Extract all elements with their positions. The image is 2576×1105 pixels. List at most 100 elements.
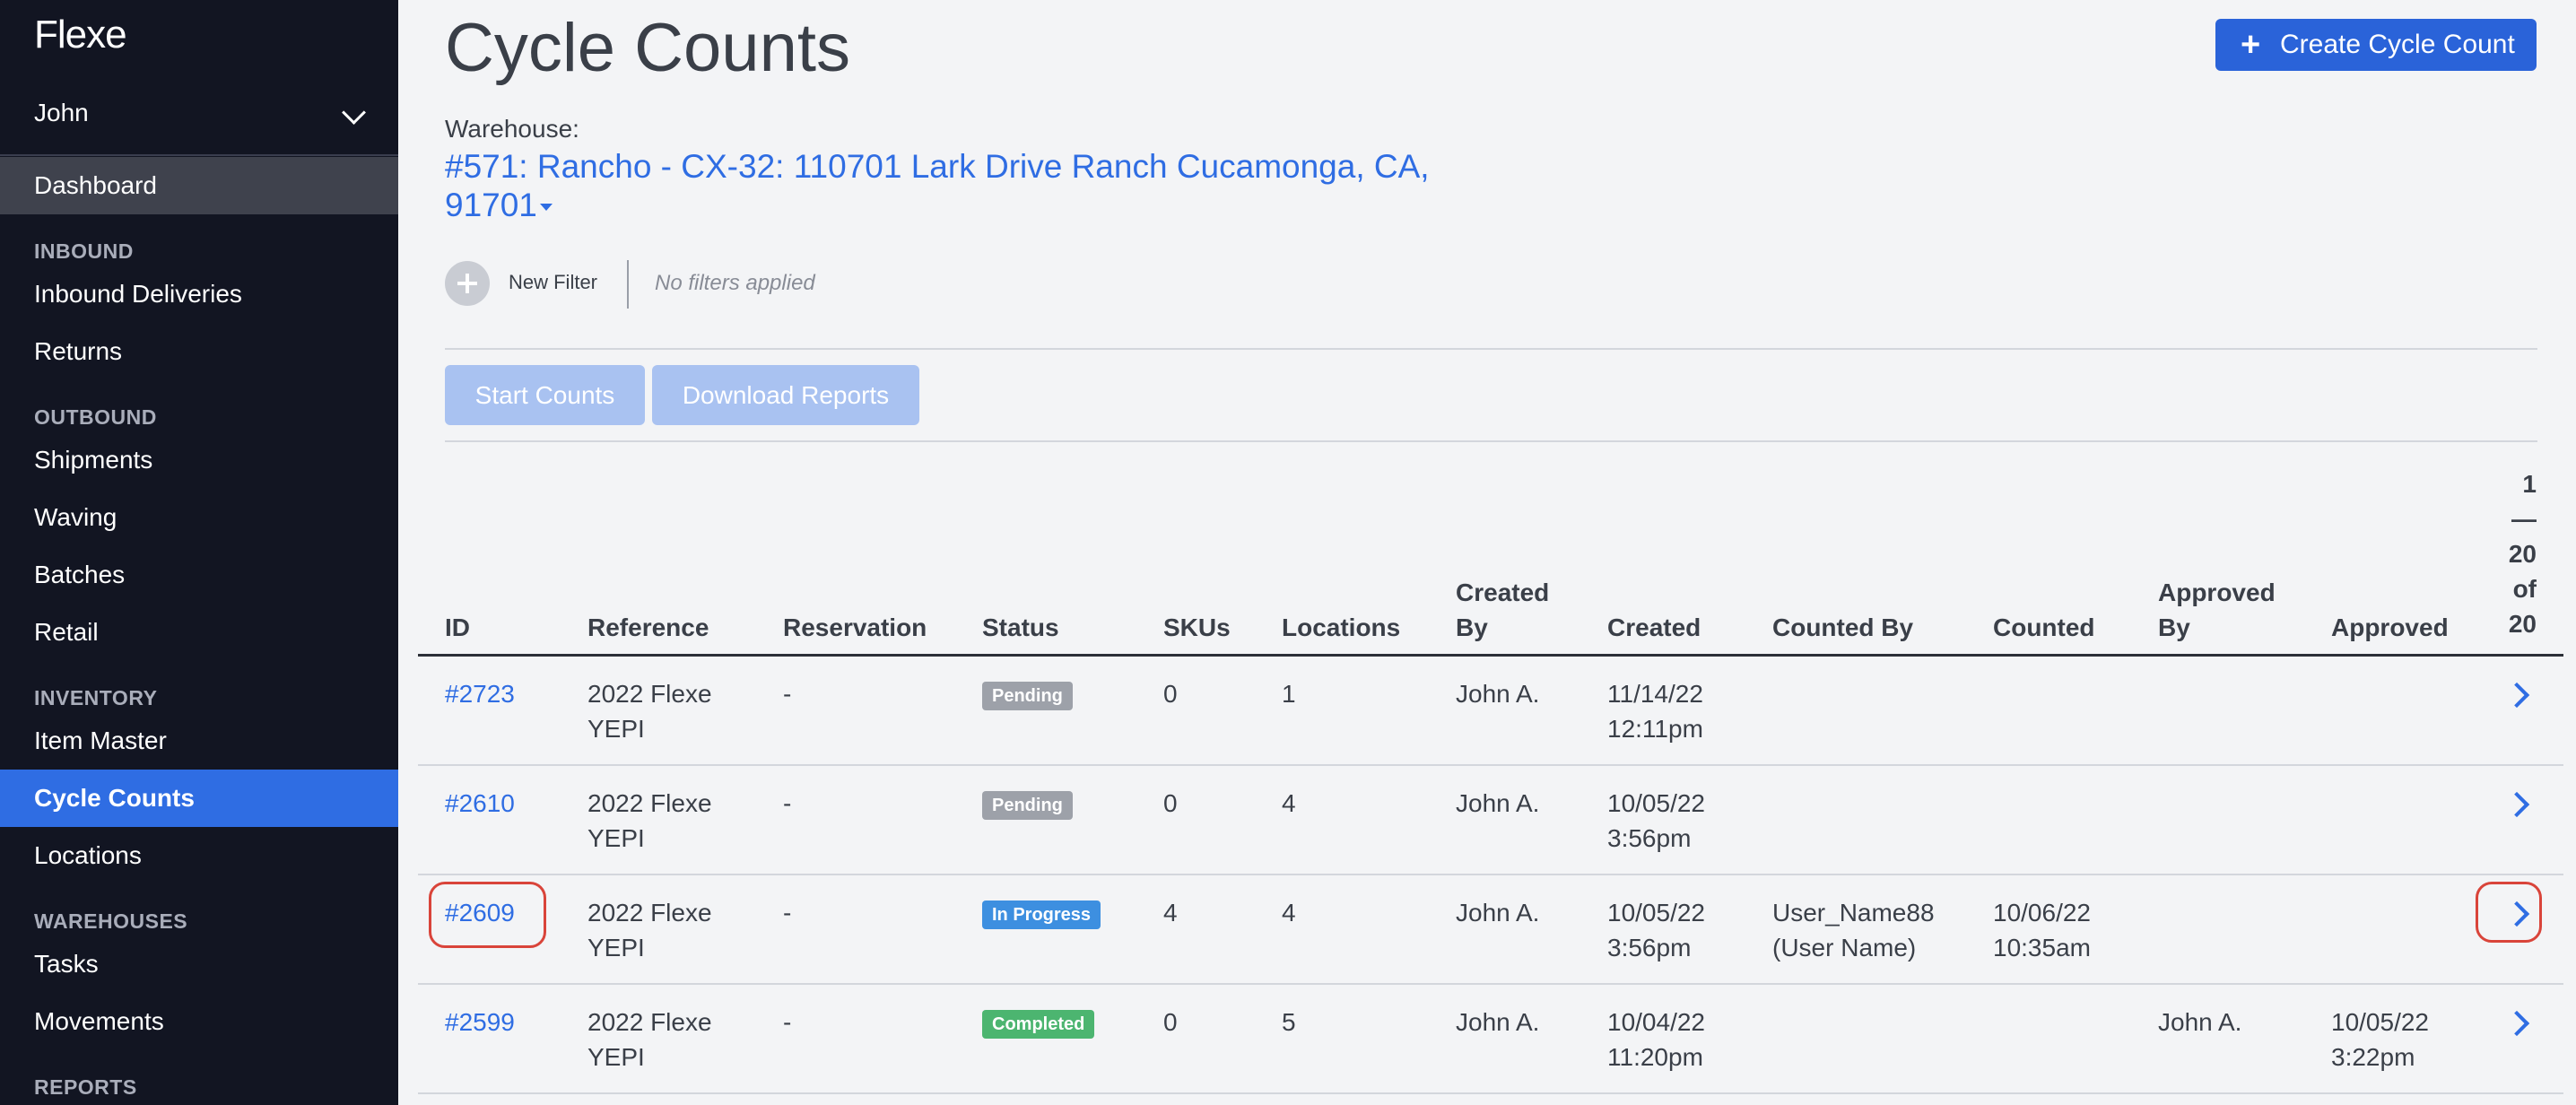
table-row[interactable]: #2610 2022 Flexe YEPI - Pending 0 4 John … [418, 766, 2563, 875]
sidebar: Flexe John Dashboard INBOUND Inbound Del… [0, 0, 398, 1105]
column-header-approved[interactable]: Approved [2331, 610, 2449, 645]
row-reference-line2: YEPI [587, 824, 645, 852]
divider [445, 348, 2537, 350]
status-badge: Pending [982, 682, 1073, 710]
sidebar-item-locations[interactable]: Locations [0, 827, 398, 884]
row-approved-by: John A. [2158, 1008, 2242, 1036]
row-created: 10/04/22 11:20pm [1607, 1005, 1705, 1075]
row-created-date: 10/05/22 [1607, 899, 1705, 927]
column-header-approved-by-line2: By [2158, 613, 2190, 641]
status-badge: Completed [982, 1010, 1095, 1039]
column-header-status[interactable]: Status [982, 610, 1059, 645]
row-id-link[interactable]: #2599 [445, 1005, 515, 1040]
row-counted-time: 10:35am [1993, 934, 2091, 961]
column-header-counted[interactable]: Counted [1993, 610, 2095, 645]
table-row[interactable]: #2723 2022 Flexe YEPI - Pending 0 1 John … [418, 657, 2563, 766]
sidebar-item-returns[interactable]: Returns [0, 323, 398, 380]
no-filters-text: No filters applied [655, 271, 815, 295]
row-skus: 4 [1163, 899, 1178, 927]
pagination-start: 1 [2522, 470, 2537, 498]
table-row[interactable]: #2599 2022 Flexe YEPI - Completed 0 5 Joh… [418, 985, 2563, 1094]
column-header-id[interactable]: ID [445, 610, 470, 645]
table-row[interactable]: #2609 2022 Flexe YEPI - In Progress 4 4 J… [418, 875, 2563, 985]
row-created-date: 10/04/22 [1607, 1008, 1705, 1036]
caret-down-icon [539, 204, 553, 212]
warehouse-selector[interactable]: #571: Rancho - CX-32: 110701 Lark Drive … [445, 147, 1485, 224]
pagination-end: 20 [2508, 540, 2537, 568]
row-created-by: John A. [1456, 1008, 1540, 1036]
row-created-by: John A. [1456, 899, 1540, 927]
sidebar-item-inbound-deliveries[interactable]: Inbound Deliveries [0, 265, 398, 323]
sidebar-item-batches[interactable]: Batches [0, 546, 398, 604]
start-counts-button[interactable]: Start Counts [445, 365, 645, 425]
row-locations: 5 [1282, 1008, 1296, 1036]
row-reservation: - [783, 789, 792, 817]
sidebar-item-item-master[interactable]: Item Master [0, 712, 398, 770]
download-reports-button[interactable]: Download Reports [652, 365, 919, 425]
column-header-counted-by[interactable]: Counted By [1772, 610, 1913, 645]
sidebar-item-movements[interactable]: Movements [0, 993, 398, 1050]
row-counted-date: 10/06/22 [1993, 899, 2091, 927]
row-reference: 2022 Flexe YEPI [587, 786, 712, 856]
sidebar-item-waving[interactable]: Waving [0, 489, 398, 546]
row-reference-line2: YEPI [587, 1043, 645, 1071]
sidebar-item-tasks[interactable]: Tasks [0, 935, 398, 993]
add-filter-icon[interactable] [445, 261, 490, 306]
sidebar-item-dashboard[interactable]: Dashboard [0, 157, 398, 214]
column-header-reference[interactable]: Reference [587, 610, 709, 645]
row-skus: 0 [1163, 789, 1178, 817]
row-approved-date: 10/05/22 [2331, 1008, 2429, 1036]
column-header-created-by[interactable]: Created By [1456, 575, 1549, 645]
row-created-time: 11:20pm [1607, 1043, 1703, 1071]
sidebar-item-shipments[interactable]: Shipments [0, 431, 398, 489]
warehouse-label: Warehouse: [445, 115, 579, 143]
sidebar-item-cycle-counts[interactable]: Cycle Counts [0, 770, 398, 827]
row-created: 10/05/22 3:56pm [1607, 786, 1705, 856]
user-name: John [34, 99, 89, 126]
row-counted-by-user: User_Name88 [1772, 899, 1935, 927]
row-skus: 0 [1163, 680, 1178, 708]
row-created-date: 11/14/22 [1607, 680, 1703, 708]
pagination-of: of [2512, 575, 2537, 603]
sidebar-section-inventory: INVENTORY [34, 686, 158, 709]
flexe-logo[interactable]: Flexe [34, 13, 127, 57]
row-reference-line2: YEPI [587, 934, 645, 961]
divider [445, 440, 2537, 442]
row-created-time: 12:11pm [1607, 715, 1703, 743]
filter-divider [627, 260, 629, 309]
column-header-locations[interactable]: Locations [1282, 610, 1400, 645]
sidebar-section-reports: REPORTS [34, 1075, 137, 1099]
column-header-approved-by[interactable]: Approved By [2158, 575, 2276, 645]
chevron-right-icon[interactable] [2503, 1010, 2530, 1037]
row-created-time: 3:56pm [1607, 934, 1692, 961]
chevron-right-icon[interactable] [2503, 791, 2530, 818]
column-header-created-by-line2: By [1456, 613, 1488, 641]
row-created-by: John A. [1456, 680, 1540, 708]
column-header-created[interactable]: Created [1607, 610, 1701, 645]
column-header-reservation[interactable]: Reservation [783, 610, 927, 645]
create-cycle-count-button[interactable]: + Create Cycle Count [2215, 19, 2537, 71]
column-header-skus[interactable]: SKUs [1163, 610, 1231, 645]
row-locations: 4 [1282, 899, 1296, 927]
row-reference-line1: 2022 Flexe [587, 680, 712, 708]
status-badge: In Progress [982, 901, 1101, 929]
row-reference: 2022 Flexe YEPI [587, 676, 712, 746]
new-filter-button[interactable]: New Filter [509, 271, 597, 294]
row-created: 10/05/22 3:56pm [1607, 895, 1705, 965]
sidebar-item-retail[interactable]: Retail [0, 604, 398, 661]
row-id-link[interactable]: #2610 [445, 786, 515, 821]
row-counted-by-name: (User Name) [1772, 934, 1917, 961]
chevron-right-icon[interactable] [2503, 682, 2530, 709]
create-cycle-count-label: Create Cycle Count [2280, 30, 2515, 59]
pagination-total: 20 [2508, 610, 2537, 638]
row-reservation: - [783, 1008, 792, 1036]
row-approved-time: 3:22pm [2331, 1043, 2415, 1071]
page-title: Cycle Counts [445, 10, 850, 86]
pagination-dash: — [2511, 505, 2537, 533]
user-menu[interactable]: John [34, 99, 366, 135]
row-created-by: John A. [1456, 789, 1540, 817]
pagination-count: 1 — 20 of 20 [2485, 466, 2537, 641]
row-skus: 0 [1163, 1008, 1178, 1036]
highlight-annotation [429, 882, 546, 948]
row-id-link[interactable]: #2723 [445, 676, 515, 711]
